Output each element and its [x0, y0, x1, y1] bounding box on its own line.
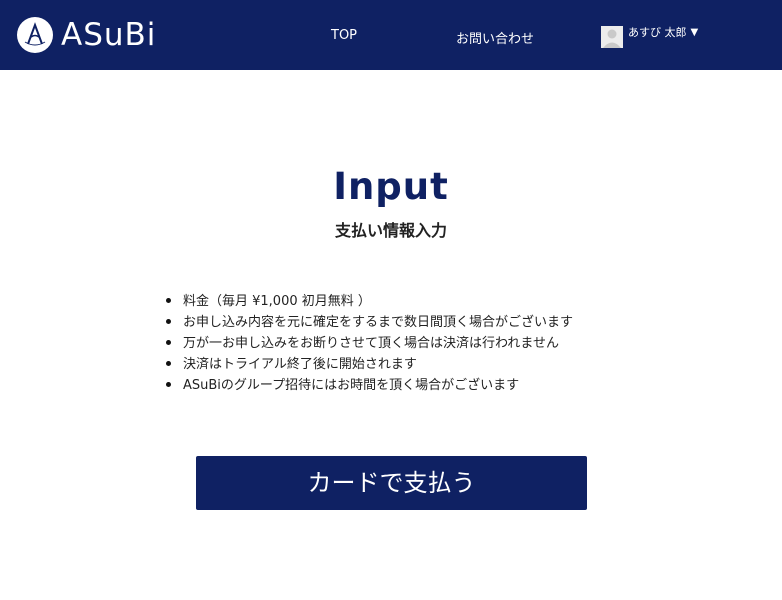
page-title: Input: [333, 165, 449, 208]
caret-down-icon: ▼: [690, 27, 699, 38]
list-item: 万が一お申し込みをお断りさせて頂く場合は決済は行われません: [166, 333, 573, 354]
logo-text: ASuBi: [61, 17, 157, 53]
nav-contact-link[interactable]: お問い合わせ: [456, 28, 534, 47]
list-item: お申し込み内容を元に確定をするまで数日間頂く場合がございます: [166, 312, 573, 333]
list-item: 料金（毎月 ¥1,000 初月無料 ）: [166, 291, 573, 312]
logo-link[interactable]: ASuBi: [17, 17, 156, 53]
page-subtitle: 支払い情報入力: [334, 221, 447, 240]
site-header: ASuBi TOP お問い合わせ あすび 太郎 ▼: [0, 0, 782, 70]
list-item: 決済はトライアル終了後に開始されます: [166, 354, 573, 375]
user-name: あすび 太郎: [628, 26, 687, 39]
list-item: ASuBiのグループ招待にはお時間を頂く場合がございます: [166, 375, 573, 396]
asubi-logo-icon: [17, 17, 53, 53]
user-menu[interactable]: あすび 太郎 ▼: [601, 26, 698, 48]
nav-top-link[interactable]: TOP: [331, 28, 357, 43]
pay-with-card-button[interactable]: カードで支払う: [196, 456, 587, 510]
payment-notes-list: 料金（毎月 ¥1,000 初月無料 ） お申し込み内容を元に確定をするまで数日間…: [166, 291, 573, 396]
user-avatar-icon: [601, 26, 623, 48]
